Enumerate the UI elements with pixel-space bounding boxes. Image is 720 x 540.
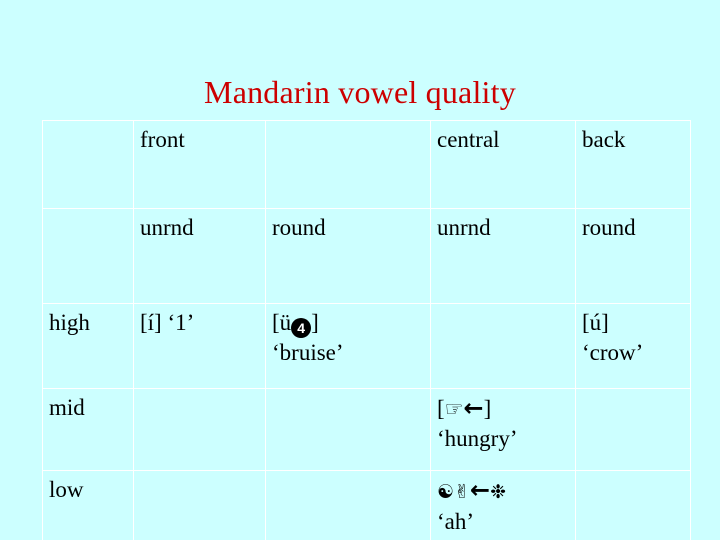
mandarin-vowel-quality-table: front central back unrnd round unrnd rou… [42,120,691,540]
bracket-close: ] [483,396,492,421]
header-front: front [133,120,266,209]
bracket-close: ] [311,310,319,335]
circled-four-icon: 4 [291,318,312,338]
header-front-round: round [265,208,431,304]
left-arrow-icon: ← [463,394,484,422]
cell-high-back-line1: [ú] [582,310,609,335]
page-title: Mandarin vowel quality [204,74,516,110]
cell-mid-central-gloss: ‘hungry’ [437,426,518,451]
table-row-mid: mid [☞←] ‘hungry’ [42,388,691,471]
cell-high-front-unrnd-line1: [í] ‘1’ [140,310,195,335]
header-central-unrnd: unrnd [430,208,576,304]
cell-high-front-round: [ü 4] ‘bruise’ [265,303,431,389]
yin-yang-icon: ☯ [437,481,455,503]
cell-mid-back [575,388,691,471]
cell-high-front-round-gloss: ‘bruise’ [272,340,344,365]
row-label-low: low [42,470,134,540]
left-arrow-icon: ← [469,476,491,504]
header-front-unrnd: unrnd [133,208,266,304]
pointing-hand-icon: ☞ [444,397,464,421]
bracket-open: [ [437,396,445,421]
cell-mid-central-line1: [☞←] [437,393,575,424]
victory-hand-icon: ✌ [454,481,470,503]
cell-mid-front-unrnd [133,388,266,471]
cell-low-central-gloss: ‘ah’ [437,509,475,534]
cell-high-front-round-line1: [ü 4] [272,308,430,338]
cell-high-front-unrnd: [í] ‘1’ [133,303,266,389]
table-header-row-place: front central back [42,120,691,209]
table-row-high: high [í] ‘1’ [ü 4] ‘bruise’ [ú] ‘crow’ [42,303,691,389]
row-label-high: high [42,303,134,389]
header-central: central [430,120,576,209]
cell-high-back: [ú] ‘crow’ [575,303,691,389]
cell-mid-front-round [265,388,431,471]
header-front-spacer [265,120,431,209]
table-header-row-rounding: unrnd round unrnd round [42,208,691,304]
header-corner-cell-2 [42,208,134,304]
table-row-low: low ☯✌←❉ ‘ah’ [42,470,691,540]
header-back: back [575,120,691,209]
cell-low-central-line1: ☯✌←❉ [437,475,575,507]
cell-low-central: ☯✌←❉ ‘ah’ [430,470,576,540]
cell-low-back [575,470,691,540]
cell-high-central [430,303,576,389]
cell-low-front-round [265,470,431,540]
slide-canvas: Mandarin vowel quality front central bac… [0,0,720,540]
sparkle-icon: ❉ [490,481,506,503]
cell-mid-central: [☞←] ‘hungry’ [430,388,576,471]
header-corner-cell [42,120,134,209]
cell-high-back-gloss: ‘crow’ [582,340,644,365]
bracket-open: [ü [272,310,292,335]
cell-low-front-unrnd [133,470,266,540]
header-back-round: round [575,208,691,304]
row-label-mid: mid [42,388,134,471]
